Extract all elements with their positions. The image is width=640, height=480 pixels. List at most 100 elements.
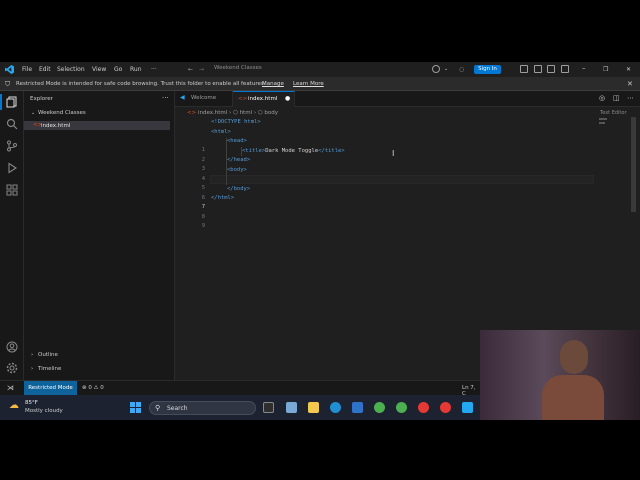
weather-temp[interactable]: 85°F [25,400,38,406]
store-icon[interactable] [352,402,363,413]
close-window-icon[interactable]: ✕ [626,66,631,73]
copilot-icon[interactable] [432,65,440,73]
element-icon: ⬡ [257,110,263,116]
title-bar: File Edit Selection View Go Run ··· ← → … [0,62,640,77]
code-line-9: </html> [211,195,235,201]
learn-more-link[interactable]: Learn More [293,81,324,87]
breadcrumb: <> index.html › ⬡ html › ⬡ body [187,110,278,116]
chevron-right-icon[interactable]: › [31,366,33,372]
code-line-5: </head> [227,157,251,163]
explorer-icon[interactable] [6,96,18,108]
remote-icon: ⋊ [7,384,14,392]
forward-arrow-icon[interactable]: → [199,66,204,73]
banner-message: Restricted Mode is intended for safe cod… [16,81,266,87]
breadcrumb-file[interactable]: index.html [198,110,227,116]
chrome-profile-icon[interactable] [396,402,407,413]
chrome-icon[interactable] [374,402,385,413]
menu-view[interactable]: View [92,66,106,73]
search-icon[interactable] [6,118,18,130]
code-line-4: <title>Dark Mode Toggle</title> [242,148,345,154]
sidebar-title: Explorer [30,96,53,102]
line-number: 8 [201,213,205,220]
line-number: 2 [201,156,205,163]
chevron-right-icon[interactable]: › [31,352,33,358]
windows-start-icon[interactable] [130,402,141,413]
task-view-icon[interactable] [263,402,274,413]
run-debug-icon[interactable] [6,162,18,174]
taskbar-search[interactable]: ⚲ Search [149,401,256,415]
title-close-tag: </title> [318,147,345,154]
breadcrumb-html[interactable]: html [240,110,253,116]
vscode-logo-icon [5,65,14,74]
code-line-6: <body> [227,166,247,173]
maximize-icon[interactable]: ❐ [603,66,608,73]
line-number: 9 [201,223,205,229]
timeline-section[interactable]: Timeline [38,366,61,372]
extensions-icon[interactable] [6,184,18,196]
file-explorer-icon[interactable] [308,402,319,413]
source-control-icon[interactable] [6,140,18,152]
manage-gear-icon[interactable] [6,362,18,374]
chrome-profile-3-icon[interactable] [440,402,451,413]
file-item-index-html[interactable]: <> index.html [24,121,170,130]
command-center-search[interactable]: Weekend Classes [214,65,262,71]
toggle-sidebar-icon[interactable] [520,65,528,73]
editor-tabs: ◀ Welcome <> index.html ● ◎ ◫ ⋯ [175,91,640,107]
customize-layout-icon[interactable] [561,65,569,73]
restricted-mode-badge[interactable]: Restricted Mode [24,381,77,396]
webcam-overlay [480,330,640,420]
menu-more[interactable]: ··· [151,66,157,73]
widgets-icon[interactable] [286,402,297,413]
minimize-icon[interactable]: – [582,64,586,72]
split-editor-icon[interactable]: ◫ [613,94,620,102]
vertical-scrollbar[interactable] [631,117,636,212]
menu-edit[interactable]: Edit [39,66,51,73]
more-actions-icon[interactable]: ⋯ [627,94,634,102]
tab-welcome[interactable]: ◀ Welcome [175,91,233,107]
minimap-line [599,122,605,124]
back-arrow-icon[interactable]: ← [188,66,193,73]
accounts-icon[interactable] [6,341,18,353]
menu-selection[interactable]: Selection [57,66,85,73]
tab-index-html[interactable]: <> index.html ● [233,91,295,107]
line-number: 1 [201,147,205,153]
weather-icon[interactable]: ☁ [9,400,19,411]
minimap[interactable] [599,118,607,120]
menu-run[interactable]: Run [130,66,142,73]
menu-file[interactable]: File [22,66,32,73]
toggle-panel-icon[interactable] [534,65,542,73]
status-bar: ⋊ Restricted Mode ⊗ 0 ⚠ 0 Ln 7, C [0,380,480,397]
chevron-down-icon[interactable]: ⌄ [31,110,35,116]
tab-label: Welcome [191,95,217,101]
person-head [560,340,588,374]
unsaved-dot-icon[interactable]: ● [285,95,290,102]
remote-indicator[interactable]: ⋊ [0,381,24,396]
search-icon: ⚲ [155,404,161,412]
chevron-right-icon: › [229,110,232,116]
restricted-mode-label: Restricted Mode [28,385,73,391]
breadcrumb-body[interactable]: body [264,110,278,116]
line-number: 6 [201,194,205,201]
outline-section[interactable]: Outline [38,352,58,358]
edge-icon[interactable] [330,402,341,413]
sidebar-more-actions[interactable]: ··· [162,94,169,102]
code-area[interactable]: 1 2 3 4 5 6 7 8 9 <!DOCTYPE html> <html>… [175,119,625,229]
element-icon: ⬡ [233,110,238,116]
tab-label: index.html [248,96,278,102]
toggle-secondary-sidebar-icon[interactable] [547,65,555,73]
vscode-taskbar-icon[interactable] [462,402,473,413]
menu-go[interactable]: Go [114,66,122,73]
account-icon[interactable]: ◌ [459,66,464,73]
file-label: index.html [41,122,71,129]
open-preview-icon[interactable]: ◎ [599,94,605,102]
text-editor-label: Text Editor [600,110,627,116]
problems-count[interactable]: ⊗ 0 ⚠ 0 [82,385,104,391]
copilot-dropdown-icon[interactable]: ⌄ [444,66,448,72]
weather-description[interactable]: Mostly cloudy [25,408,63,414]
sign-in-button[interactable]: Sign In [474,65,501,74]
manage-link[interactable]: Manage [262,81,284,87]
close-banner-icon[interactable]: ✕ [627,80,633,88]
html-icon: <> [187,110,197,116]
workspace-folder[interactable]: Weekend Classes [38,110,86,116]
chrome-profile-2-icon[interactable] [418,402,429,413]
